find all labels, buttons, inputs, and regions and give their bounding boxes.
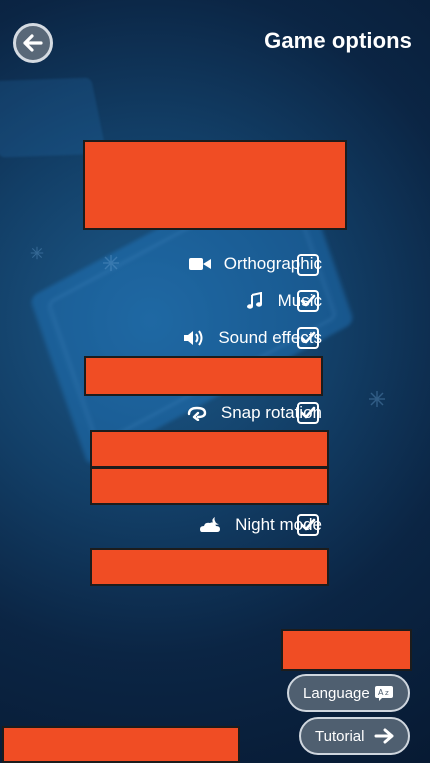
back-button[interactable]	[13, 23, 53, 63]
redacted-block	[2, 726, 240, 763]
redacted-block	[90, 430, 329, 468]
night-mode-icon	[197, 514, 225, 536]
checkbox-music[interactable]	[297, 290, 319, 312]
video-camera-icon	[186, 253, 214, 275]
checkbox-orthographic[interactable]	[297, 254, 319, 276]
option-music[interactable]: Music	[12, 286, 322, 316]
redacted-block	[90, 467, 329, 505]
speaker-icon	[180, 327, 208, 349]
translate-icon: A z	[375, 686, 393, 701]
option-night-mode[interactable]: Night mode	[12, 510, 322, 540]
redacted-block	[281, 629, 412, 671]
arrow-left-icon	[23, 34, 43, 52]
checkbox-sound-effects[interactable]	[297, 327, 319, 349]
option-orthographic[interactable]: Orthographic	[12, 249, 322, 279]
checkmark-icon	[300, 406, 316, 419]
music-note-icon	[240, 290, 268, 312]
checkmark-icon	[300, 331, 316, 344]
svg-text:z: z	[385, 689, 389, 697]
svg-text:A: A	[378, 688, 384, 697]
redacted-block	[84, 356, 323, 396]
rotation-icon	[183, 402, 211, 424]
checkbox-snap-rotation[interactable]	[297, 402, 319, 424]
option-snap-rotation[interactable]: Snap rotation	[12, 398, 322, 428]
language-button-label: Language	[303, 684, 370, 702]
arrow-right-icon	[374, 728, 394, 744]
snowflake-decoration-icon	[369, 391, 385, 407]
language-button[interactable]: Language A z	[287, 674, 410, 712]
tutorial-button-label: Tutorial	[315, 727, 365, 745]
checkbox-night-mode[interactable]	[297, 514, 319, 536]
redacted-block	[83, 140, 347, 230]
checkmark-icon	[300, 294, 316, 307]
checkmark-icon	[300, 518, 316, 531]
option-sound-effects[interactable]: Sound effects	[12, 323, 322, 353]
page-title: Game options	[264, 28, 412, 53]
redacted-block	[90, 548, 329, 586]
tutorial-button[interactable]: Tutorial	[299, 717, 410, 755]
